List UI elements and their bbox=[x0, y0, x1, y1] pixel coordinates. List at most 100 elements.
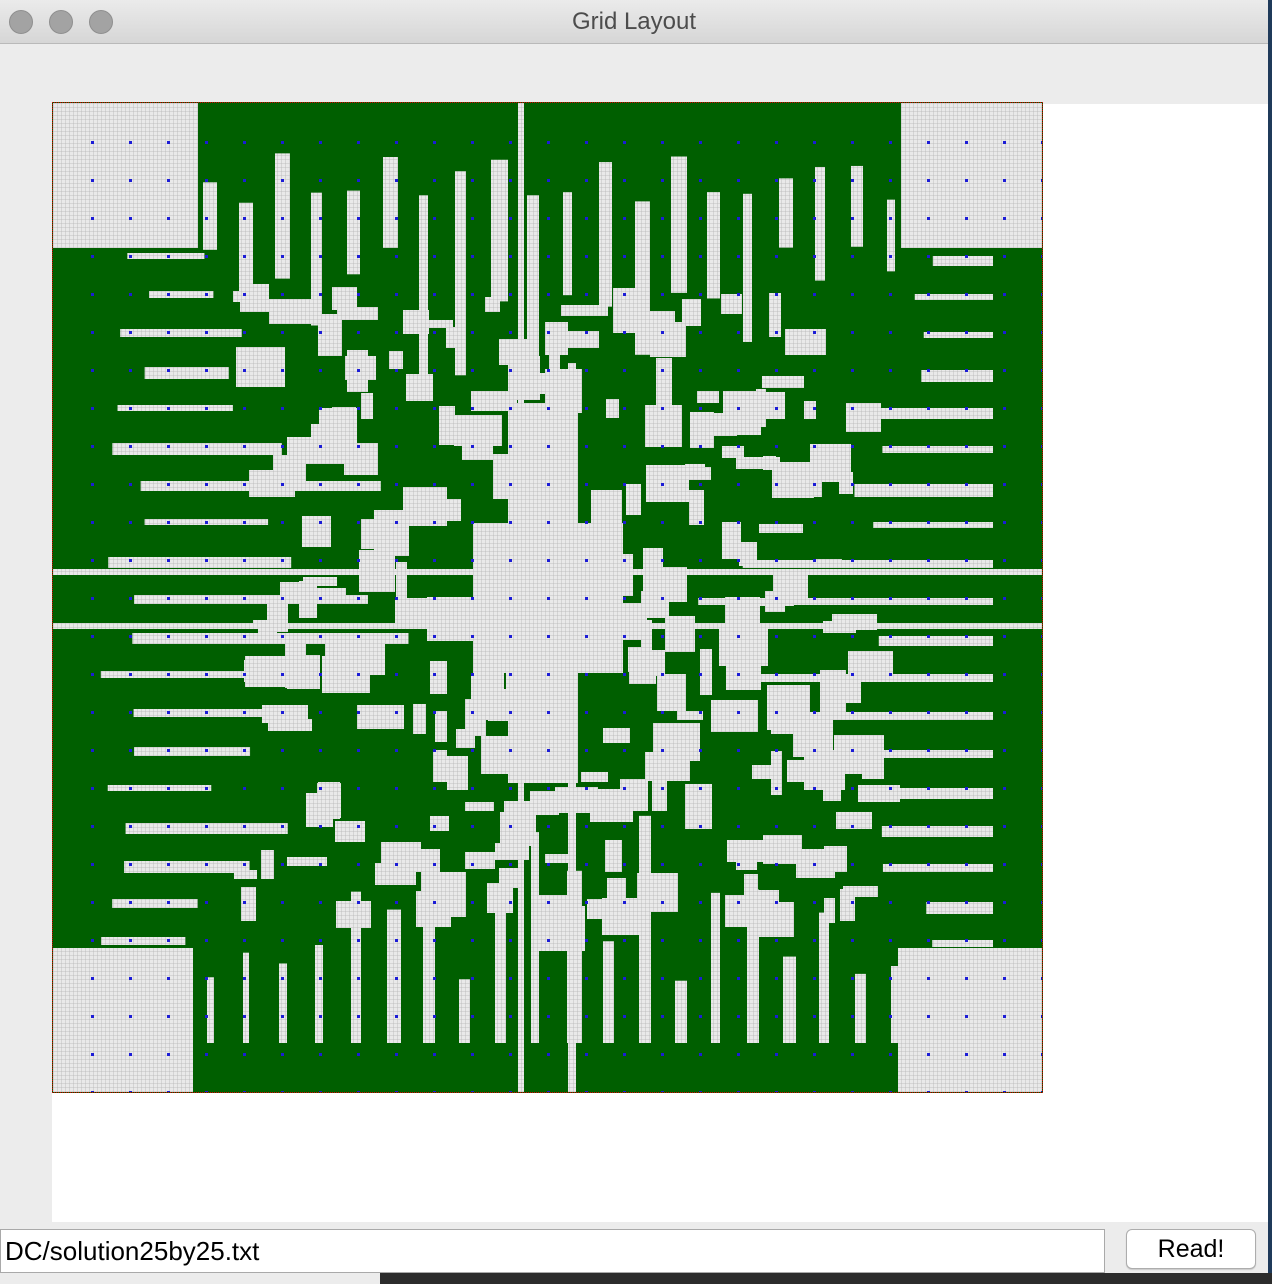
pin-dot bbox=[1003, 825, 1006, 828]
pin-dot bbox=[471, 711, 474, 714]
pin-dot bbox=[395, 331, 398, 334]
pin-dot bbox=[471, 559, 474, 562]
pin-dot bbox=[319, 369, 322, 372]
pin-dot bbox=[1003, 483, 1006, 486]
pin-dot bbox=[737, 293, 740, 296]
pin-dot bbox=[661, 711, 664, 714]
pin-dot bbox=[395, 901, 398, 904]
file-path-input[interactable]: DC/solution25by25.txt bbox=[0, 1229, 1105, 1273]
pin-dot bbox=[965, 711, 968, 714]
pin-dot bbox=[433, 1015, 436, 1018]
pin-dot bbox=[813, 331, 816, 334]
pin-dot bbox=[91, 977, 94, 980]
pin-dot bbox=[167, 369, 170, 372]
pin-dot bbox=[1041, 939, 1042, 942]
pin-dot bbox=[281, 597, 284, 600]
read-button[interactable]: Read! bbox=[1126, 1229, 1256, 1269]
pin-dot bbox=[661, 217, 664, 220]
pin-dot bbox=[167, 293, 170, 296]
pin-dot bbox=[91, 217, 94, 220]
pin-dot bbox=[851, 255, 854, 258]
pin-dot bbox=[661, 445, 664, 448]
pin-dot bbox=[357, 825, 360, 828]
pin-dot bbox=[927, 673, 930, 676]
pin-dot bbox=[319, 217, 322, 220]
pin-dot bbox=[623, 445, 626, 448]
pin-dot bbox=[281, 369, 284, 372]
pin-dot bbox=[433, 977, 436, 980]
pin-dot bbox=[1041, 673, 1042, 676]
pin-dot bbox=[623, 901, 626, 904]
pin-dot bbox=[585, 445, 588, 448]
pin-dot bbox=[775, 293, 778, 296]
pin-dot bbox=[661, 293, 664, 296]
pin-dot bbox=[91, 939, 94, 942]
pin-dot bbox=[737, 179, 740, 182]
pin-dot bbox=[547, 787, 550, 790]
pin-dot bbox=[623, 559, 626, 562]
pin-dot bbox=[889, 787, 892, 790]
pin-dot bbox=[129, 901, 132, 904]
pin-dot bbox=[281, 787, 284, 790]
pin-dot bbox=[319, 141, 322, 144]
pin-dot bbox=[813, 141, 816, 144]
pin-dot bbox=[205, 255, 208, 258]
pin-dot bbox=[1041, 483, 1042, 486]
pin-dot bbox=[965, 369, 968, 372]
pin-dot bbox=[1003, 445, 1006, 448]
pin-dot bbox=[737, 711, 740, 714]
pin-dot bbox=[585, 597, 588, 600]
pin-dot bbox=[91, 597, 94, 600]
pin-dot bbox=[243, 1015, 246, 1018]
pin-dot bbox=[927, 939, 930, 942]
title-bar[interactable]: Grid Layout bbox=[0, 0, 1268, 44]
pin-dot bbox=[1041, 1053, 1042, 1056]
pin-dot bbox=[281, 1015, 284, 1018]
pin-dot bbox=[281, 673, 284, 676]
pin-dot bbox=[927, 369, 930, 372]
pin-dot bbox=[167, 863, 170, 866]
pin-dot bbox=[813, 521, 816, 524]
pin-dot bbox=[813, 1053, 816, 1056]
pin-dot bbox=[433, 825, 436, 828]
pin-dot bbox=[1041, 787, 1042, 790]
pin-dot bbox=[1003, 939, 1006, 942]
pin-dot bbox=[585, 407, 588, 410]
grid-layout-canvas[interactable] bbox=[52, 102, 1043, 1093]
pin-dot bbox=[623, 331, 626, 334]
pin-dot bbox=[281, 445, 284, 448]
pin-dot bbox=[433, 749, 436, 752]
pin-dot bbox=[737, 749, 740, 752]
pin-dot bbox=[1003, 255, 1006, 258]
pin-dot bbox=[775, 1053, 778, 1056]
pin-dot bbox=[737, 977, 740, 980]
pin-dot bbox=[927, 597, 930, 600]
pin-dot bbox=[91, 521, 94, 524]
pin-dot bbox=[167, 407, 170, 410]
pin-dot bbox=[661, 1053, 664, 1056]
pin-dot bbox=[91, 863, 94, 866]
pin-dot bbox=[1041, 217, 1042, 220]
pin-dot bbox=[813, 635, 816, 638]
pin-dot bbox=[167, 445, 170, 448]
pin-dot bbox=[357, 901, 360, 904]
pin-dot bbox=[737, 483, 740, 486]
pin-dot bbox=[547, 1091, 550, 1092]
pin-dot bbox=[319, 179, 322, 182]
pin-dot bbox=[433, 939, 436, 942]
pin-dot bbox=[547, 369, 550, 372]
pin-dot bbox=[661, 331, 664, 334]
pin-dot bbox=[699, 1091, 702, 1092]
pin-dot bbox=[813, 977, 816, 980]
pin-dot bbox=[509, 141, 512, 144]
pin-dot bbox=[775, 977, 778, 980]
pin-dot bbox=[433, 369, 436, 372]
pin-dot bbox=[319, 407, 322, 410]
pin-dot bbox=[661, 673, 664, 676]
pin-dot bbox=[775, 597, 778, 600]
pin-dot bbox=[851, 673, 854, 676]
pin-dot bbox=[927, 331, 930, 334]
pin-dot bbox=[395, 977, 398, 980]
pin-dot bbox=[205, 711, 208, 714]
pin-dot bbox=[737, 407, 740, 410]
